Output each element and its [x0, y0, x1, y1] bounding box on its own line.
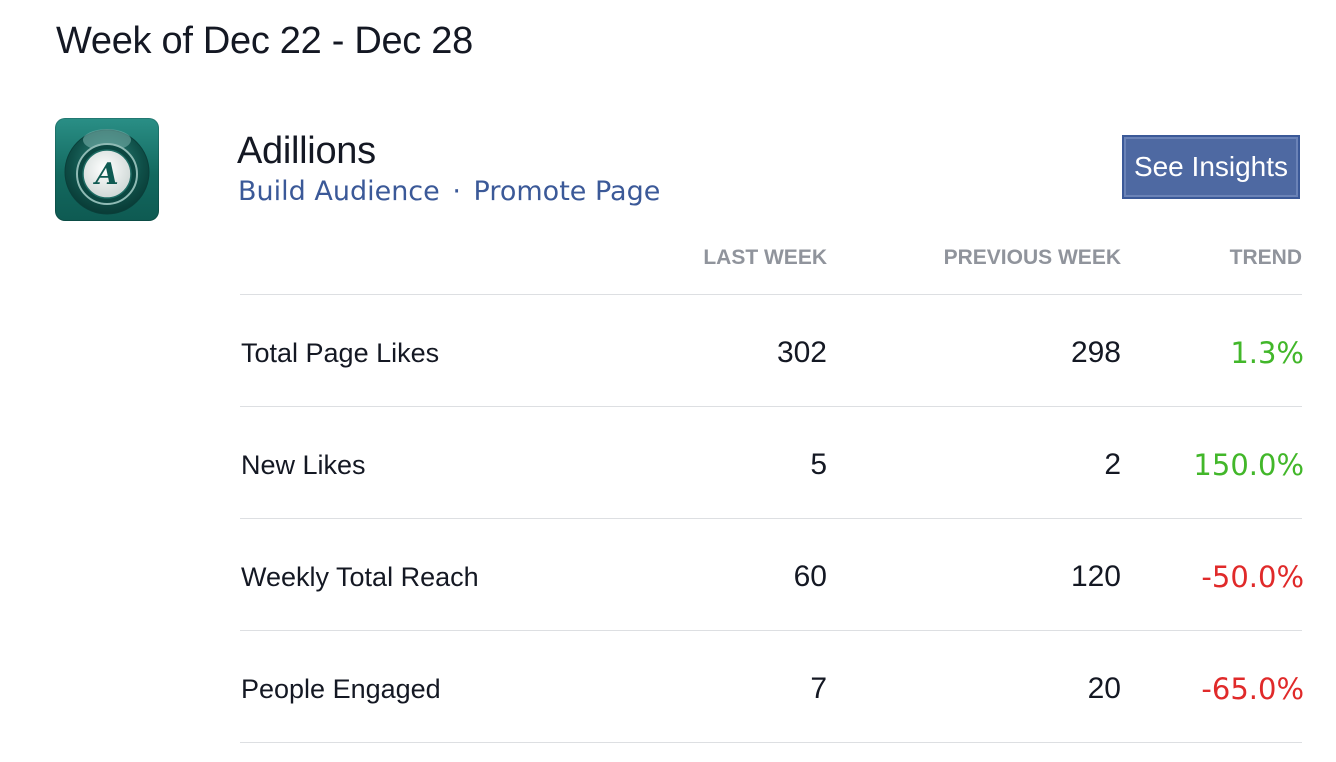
row-value-last-week: 60	[793, 560, 827, 593]
row-value-last-week: 7	[810, 672, 827, 705]
column-header-previous-week: PREVIOUS WEEK	[943, 246, 1121, 269]
row-value-trend: 1.3%	[1230, 336, 1304, 370]
row-value-trend: -65.0%	[1201, 672, 1304, 706]
row-label-people-engaged: People Engaged	[241, 674, 441, 704]
page-action-links: Build Audience · Promote Page	[238, 176, 660, 207]
divider	[240, 742, 1302, 743]
weekly-page-summary: Week of Dec 22 - Dec 28 A Adillions Buil…	[0, 0, 1336, 762]
row-value-previous-week: 20	[1087, 672, 1121, 705]
divider	[240, 518, 1302, 519]
row-value-trend: 150.0%	[1193, 448, 1304, 482]
see-insights-button[interactable]: See Insights	[1122, 135, 1300, 199]
adillions-logo-icon[interactable]: A	[55, 118, 159, 221]
divider	[240, 406, 1302, 407]
row-value-previous-week: 2	[1104, 448, 1121, 481]
row-label-total-page-likes: Total Page Likes	[241, 338, 440, 368]
promote-page-link[interactable]: Promote Page	[474, 176, 661, 207]
column-header-trend: TREND	[1229, 246, 1302, 269]
row-label-new-likes: New Likes	[241, 450, 366, 480]
row-value-previous-week: 298	[1070, 336, 1121, 369]
week-title: Week of Dec 22 - Dec 28	[56, 20, 473, 62]
link-separator: ·	[452, 176, 461, 207]
row-value-previous-week: 120	[1070, 560, 1121, 593]
row-label-weekly-total-reach: Weekly Total Reach	[241, 562, 479, 592]
svg-text:A: A	[92, 157, 118, 192]
page-name[interactable]: Adillions	[237, 130, 376, 173]
divider	[240, 630, 1302, 631]
build-audience-link[interactable]: Build Audience	[238, 176, 440, 207]
row-value-last-week: 302	[776, 336, 827, 369]
row-value-last-week: 5	[810, 448, 827, 481]
divider	[240, 294, 1302, 295]
row-value-trend: -50.0%	[1201, 560, 1304, 594]
column-header-last-week: LAST WEEK	[703, 246, 827, 269]
